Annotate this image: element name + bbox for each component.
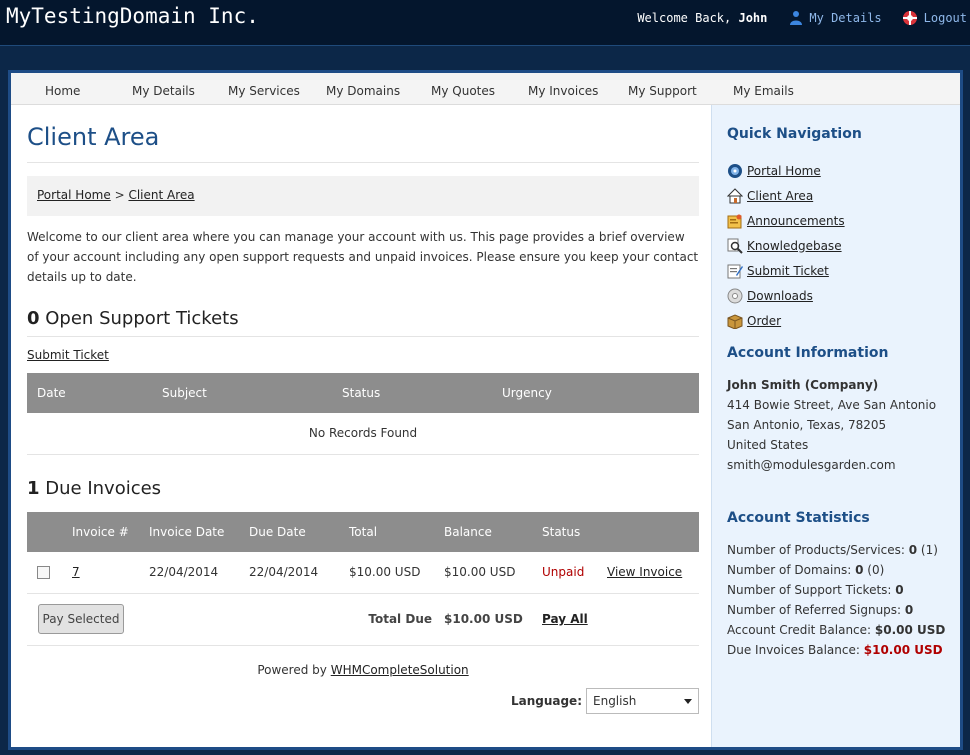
breadcrumb: Portal Home > Client Area [27,176,699,216]
nav-home[interactable]: Home [45,84,80,98]
page-title: Client Area [27,123,160,151]
quick-nav-list: Portal Home Client Area Announcements Kn… [727,158,845,333]
stat-domains: Number of Domains: 0 (0) [727,563,885,577]
account-info-title: Account Information [727,345,889,361]
column-header[interactable]: Subject [162,373,342,413]
invoices-table: Invoice # Invoice Date Due Date Total Ba… [27,512,699,646]
logout-icon [902,10,918,26]
top-header: MyTestingDomain Inc. Welcome Back, John … [0,0,970,46]
logout-link[interactable]: Logout [902,10,967,26]
column-header[interactable]: Date [27,373,162,413]
column-header[interactable]: Urgency [502,373,699,413]
home-icon [727,187,743,204]
due-date: 22/04/2014 [249,552,349,594]
quick-nav-submit-ticket: Submit Ticket [727,258,845,283]
nav-my-emails[interactable]: My Emails [733,84,794,98]
view-invoice-link[interactable]: View Invoice [607,565,682,579]
total-due-value: $10.00 USD [444,593,542,646]
empty-message: No Records Found [27,413,699,455]
search-icon [727,238,743,254]
powered-by: Powered by WHMCompleteSolution [257,663,469,677]
main-nav: Home My Details My Services My Domains M… [11,73,960,105]
column-header[interactable]: Status [542,512,607,552]
chevron-down-icon [684,698,692,704]
pay-selected-button[interactable]: Pay Selected [38,604,124,634]
ticket-icon [727,263,743,279]
table-row: No Records Found [27,413,699,455]
stat-products: Number of Products/Services: 0 (1) [727,543,938,557]
account-info: John Smith (Company) 414 Bowie Street, A… [727,375,936,475]
account-name: John Smith (Company) [727,378,879,392]
disc-icon [727,288,743,304]
language-label: Language: [510,694,582,708]
divider [27,336,699,337]
breadcrumb-client-area[interactable]: Client Area [128,188,194,202]
totals-row: Pay Selected Total Due $10.00 USD Pay Al… [27,593,699,646]
nav-my-details[interactable]: My Details [132,84,195,98]
stat-tickets: Number of Support Tickets: 0 [727,583,904,597]
main-frame: Home My Details My Services My Domains M… [8,70,963,750]
quick-nav-client-area: Client Area [727,183,845,208]
language-picker: Language: English [511,688,699,714]
header-user-area: Welcome Back, John My Details Logout [637,9,970,27]
nav-my-domains[interactable]: My Domains [326,84,400,98]
column-header[interactable]: Invoice Date [149,512,249,552]
column-header[interactable]: Due Date [249,512,349,552]
brand-title: MyTestingDomain Inc. [6,4,259,28]
invoice-checkbox[interactable] [37,566,50,580]
pay-all-link[interactable]: Pay All [542,612,588,626]
quick-nav-portal-home: Portal Home [727,158,845,183]
submit-ticket-link[interactable]: Submit Ticket [27,348,109,362]
quick-nav-knowledgebase: Knowledgebase [727,233,845,258]
quick-nav-downloads: Downloads [727,283,845,308]
nav-my-support[interactable]: My Support [628,84,697,98]
breadcrumb-portal-home[interactable]: Portal Home [37,188,111,202]
divider [27,162,699,163]
total-due-label: Total Due [249,593,444,646]
account-email: smith@modulesgarden.com [727,458,896,472]
my-details-link[interactable]: My Details [789,10,882,26]
invoice-number-link[interactable]: 7 [72,565,80,579]
column-header[interactable]: Total [349,512,444,552]
quick-nav-order: Order [727,308,845,333]
account-country: United States [727,438,809,452]
table-row: 7 22/04/2014 22/04/2014 $10.00 USD $10.0… [27,552,699,594]
tickets-table: Date Subject Status Urgency No Records F… [27,373,699,455]
breadcrumb-separator: > [114,188,125,202]
account-address-1: 414 Bowie Street, Ave San Antonio [727,398,937,412]
quick-nav-announcements: Announcements [727,208,845,233]
table-header-row: Invoice # Invoice Date Due Date Total Ba… [27,512,699,552]
announcements-icon [727,213,743,229]
user-icon [789,10,803,26]
tickets-heading: 0 Open Support Tickets [27,308,239,329]
box-icon [727,313,743,329]
stat-referred: Number of Referred Signups: 0 [727,603,914,617]
intro-text: Welcome to our client area where you can… [27,230,699,284]
invoice-date: 22/04/2014 [149,552,249,594]
quick-nav-title: Quick Navigation [727,126,862,142]
nav-my-quotes[interactable]: My Quotes [431,84,495,98]
account-stats-title: Account Statistics [727,510,870,526]
column-header[interactable]: Status [342,373,502,413]
language-select[interactable]: English [586,688,699,714]
portal-home-icon [727,163,743,179]
nav-my-services[interactable]: My Services [228,84,300,98]
sidebar: Quick Navigation Portal Home Client Area… [711,105,960,747]
column-header[interactable]: Balance [444,512,542,552]
invoice-status: Unpaid [542,552,607,594]
stat-due-balance: Due Invoices Balance: $10.00 USD [727,643,943,657]
account-address-2: San Antonio, Texas, 78205 [727,418,887,432]
invoices-heading: 1 Due Invoices [27,478,162,499]
invoice-total: $10.00 USD [349,552,444,594]
welcome-text: Welcome Back, John [637,11,768,25]
stat-credit: Account Credit Balance: $0.00 USD [727,623,946,637]
nav-my-invoices[interactable]: My Invoices [528,84,598,98]
invoice-balance: $10.00 USD [444,552,542,594]
account-stats: Number of Products/Services: 0 (1) Numbe… [727,540,945,660]
column-header[interactable]: Invoice # [72,512,149,552]
powered-by-link[interactable]: WHMCompleteSolution [331,663,469,677]
table-header-row: Date Subject Status Urgency [27,373,699,413]
